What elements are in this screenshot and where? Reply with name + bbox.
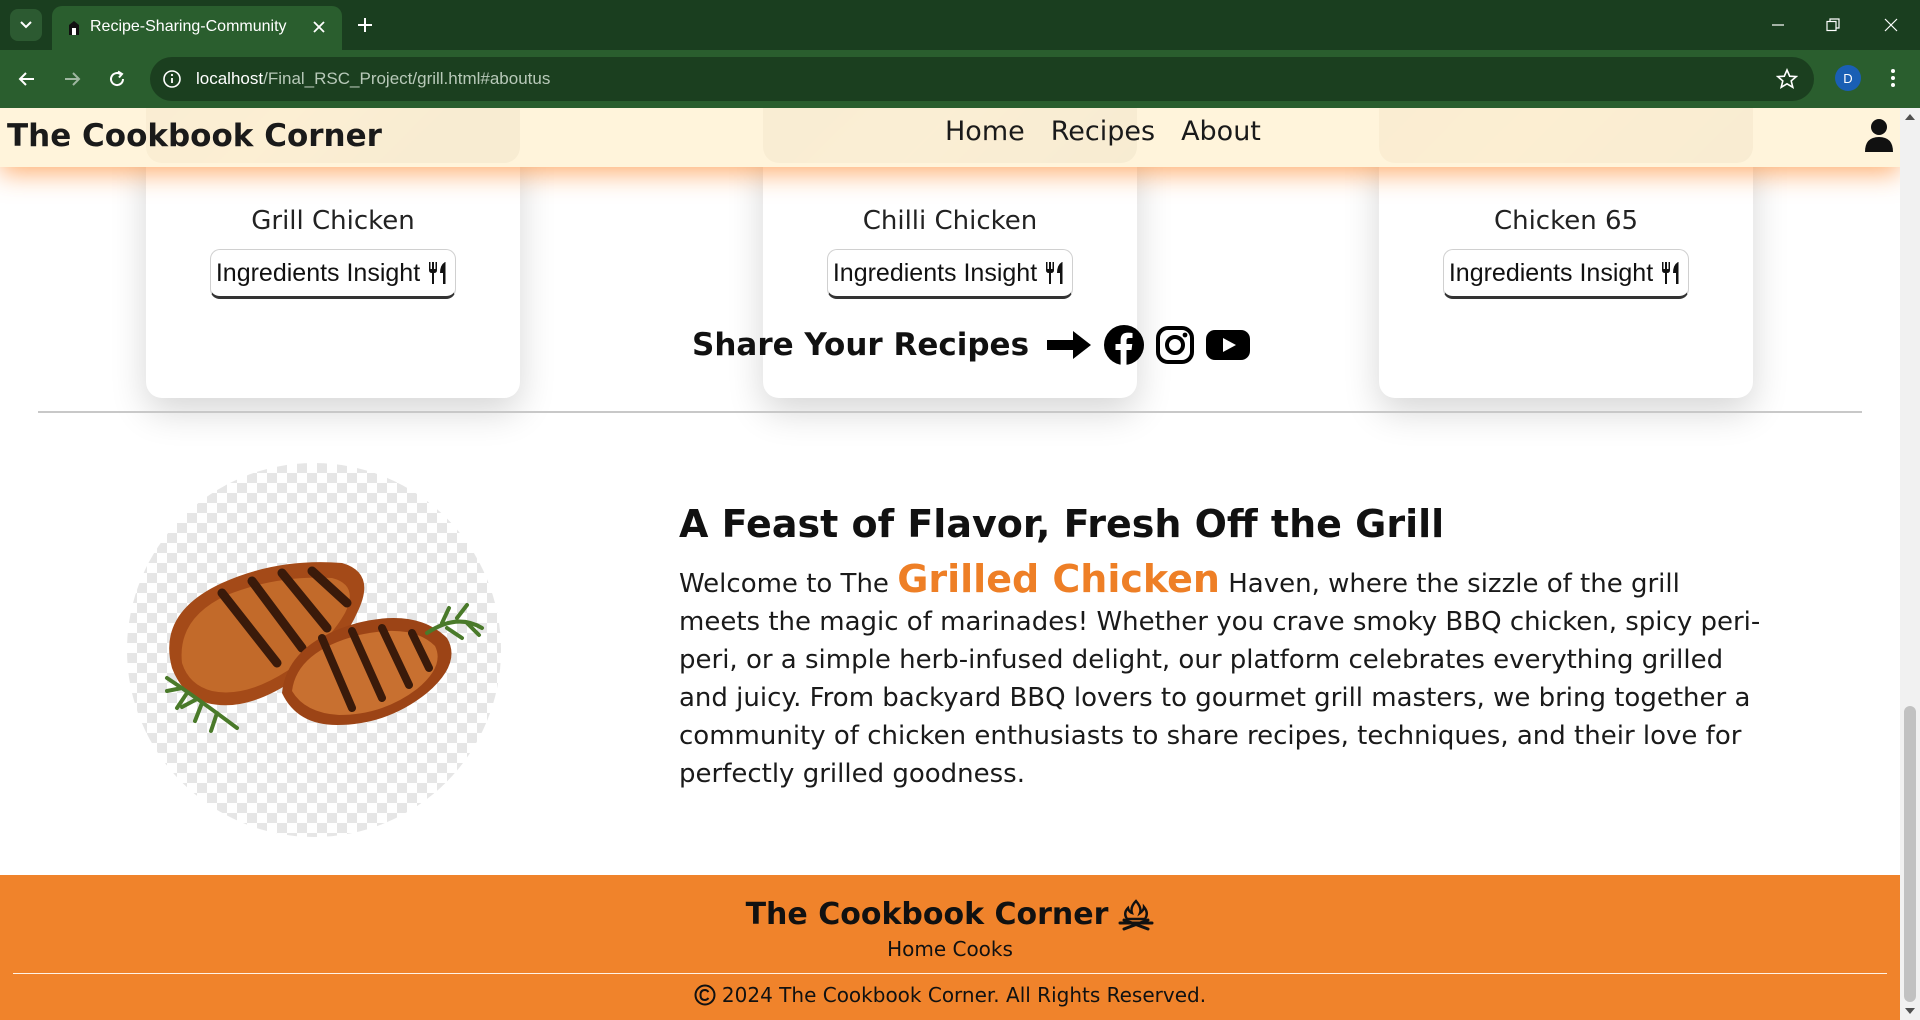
site-brand[interactable]: The Cookbook Corner	[7, 118, 382, 154]
utensils-icon	[1046, 262, 1063, 284]
about-heading: A Feast of Flavor, Fresh Off the Grill	[679, 502, 1445, 546]
close-icon	[313, 21, 325, 33]
youtube-icon[interactable]	[1205, 328, 1251, 362]
minimize-button[interactable]	[1758, 10, 1798, 40]
nav-link-home[interactable]: Home	[945, 116, 1025, 147]
restore-button[interactable]	[1813, 10, 1853, 40]
user-icon[interactable]	[1864, 118, 1894, 152]
copyright-icon	[694, 984, 716, 1006]
nav-link-recipes[interactable]: Recipes	[1051, 116, 1155, 147]
site-navbar: The Cookbook Corner Home Recipes About	[0, 108, 1900, 167]
page-viewport: Grill Chicken Ingredients Insight Chilli…	[0, 108, 1900, 1020]
recipe-title: Grill Chicken	[251, 206, 415, 236]
browser-tab-bar: Recipe-Sharing-Community	[0, 0, 1920, 50]
utensils-icon	[1662, 262, 1679, 284]
campfire-icon	[1118, 898, 1154, 930]
new-tab-button[interactable]	[352, 12, 378, 38]
bookmark-star-icon[interactable]	[1776, 68, 1798, 90]
scroll-down-icon[interactable]	[1905, 1008, 1915, 1014]
site-footer: The Cookbook Corner Home Cooks 2024 The …	[0, 875, 1900, 1020]
browser-toolbar: localhost/Final_RSC_Project/grill.html#a…	[0, 50, 1920, 108]
back-button[interactable]	[12, 64, 42, 94]
chevron-down-icon	[20, 21, 32, 29]
footer-tagline: Home Cooks	[887, 937, 1013, 961]
minimize-icon	[1772, 24, 1784, 26]
footer-brand: The Cookbook Corner	[0, 897, 1900, 932]
footer-divider	[13, 973, 1887, 974]
facebook-icon[interactable]	[1103, 324, 1145, 366]
restore-icon	[1826, 18, 1840, 32]
reload-icon	[110, 70, 125, 87]
recipe-title: Chilli Chicken	[862, 206, 1038, 236]
recipe-title: Chicken 65	[1493, 206, 1639, 236]
forward-button[interactable]	[57, 64, 87, 94]
share-label: Share Your Recipes	[692, 327, 1030, 363]
about-highlight: Grilled Chicken	[897, 557, 1220, 601]
site-info-icon[interactable]	[162, 69, 182, 89]
about-paragraph: Welcome to The Grilled Chicken Haven, wh…	[679, 557, 1761, 789]
favicon-icon	[69, 21, 79, 35]
ingredients-insight-button[interactable]: Ingredients Insight	[1443, 249, 1689, 299]
reload-button[interactable]	[102, 64, 132, 94]
footer-copyright: 2024 The Cookbook Corner. All Rights Res…	[0, 983, 1900, 1007]
url-text[interactable]: localhost/Final_RSC_Project/grill.html#a…	[196, 69, 550, 89]
nav-link-about[interactable]: About	[1181, 116, 1261, 147]
share-section: Share Your Recipes	[692, 324, 1251, 366]
close-icon	[1884, 18, 1898, 32]
scroll-up-icon[interactable]	[1905, 114, 1915, 120]
more-vertical-icon	[1891, 69, 1895, 87]
ingredients-insight-button[interactable]: Ingredients Insight	[210, 249, 456, 299]
tab-search-button[interactable]	[10, 9, 42, 41]
plus-icon	[358, 18, 372, 32]
page-scrollbar[interactable]	[1900, 108, 1920, 1020]
ingredients-insight-button[interactable]: Ingredients Insight	[827, 249, 1073, 299]
address-bar[interactable]: localhost/Final_RSC_Project/grill.html#a…	[150, 57, 1814, 101]
grilled-chicken-image	[127, 463, 501, 837]
close-window-button[interactable]	[1871, 10, 1911, 40]
browser-menu-button[interactable]	[1880, 65, 1906, 91]
profile-avatar[interactable]: D	[1835, 65, 1861, 91]
browser-tab[interactable]: Recipe-Sharing-Community	[52, 6, 342, 50]
utensils-icon	[429, 262, 446, 284]
section-divider	[38, 411, 1862, 413]
instagram-icon[interactable]	[1155, 325, 1195, 365]
arrow-left-icon	[18, 72, 34, 86]
tab-title: Recipe-Sharing-Community	[90, 18, 287, 35]
arrow-right-icon	[65, 72, 81, 86]
nav-links: Home Recipes About	[945, 116, 1261, 147]
tab-close-button[interactable]	[308, 16, 330, 38]
scrollbar-thumb[interactable]	[1904, 706, 1916, 1002]
arrow-right-icon	[1047, 331, 1092, 359]
